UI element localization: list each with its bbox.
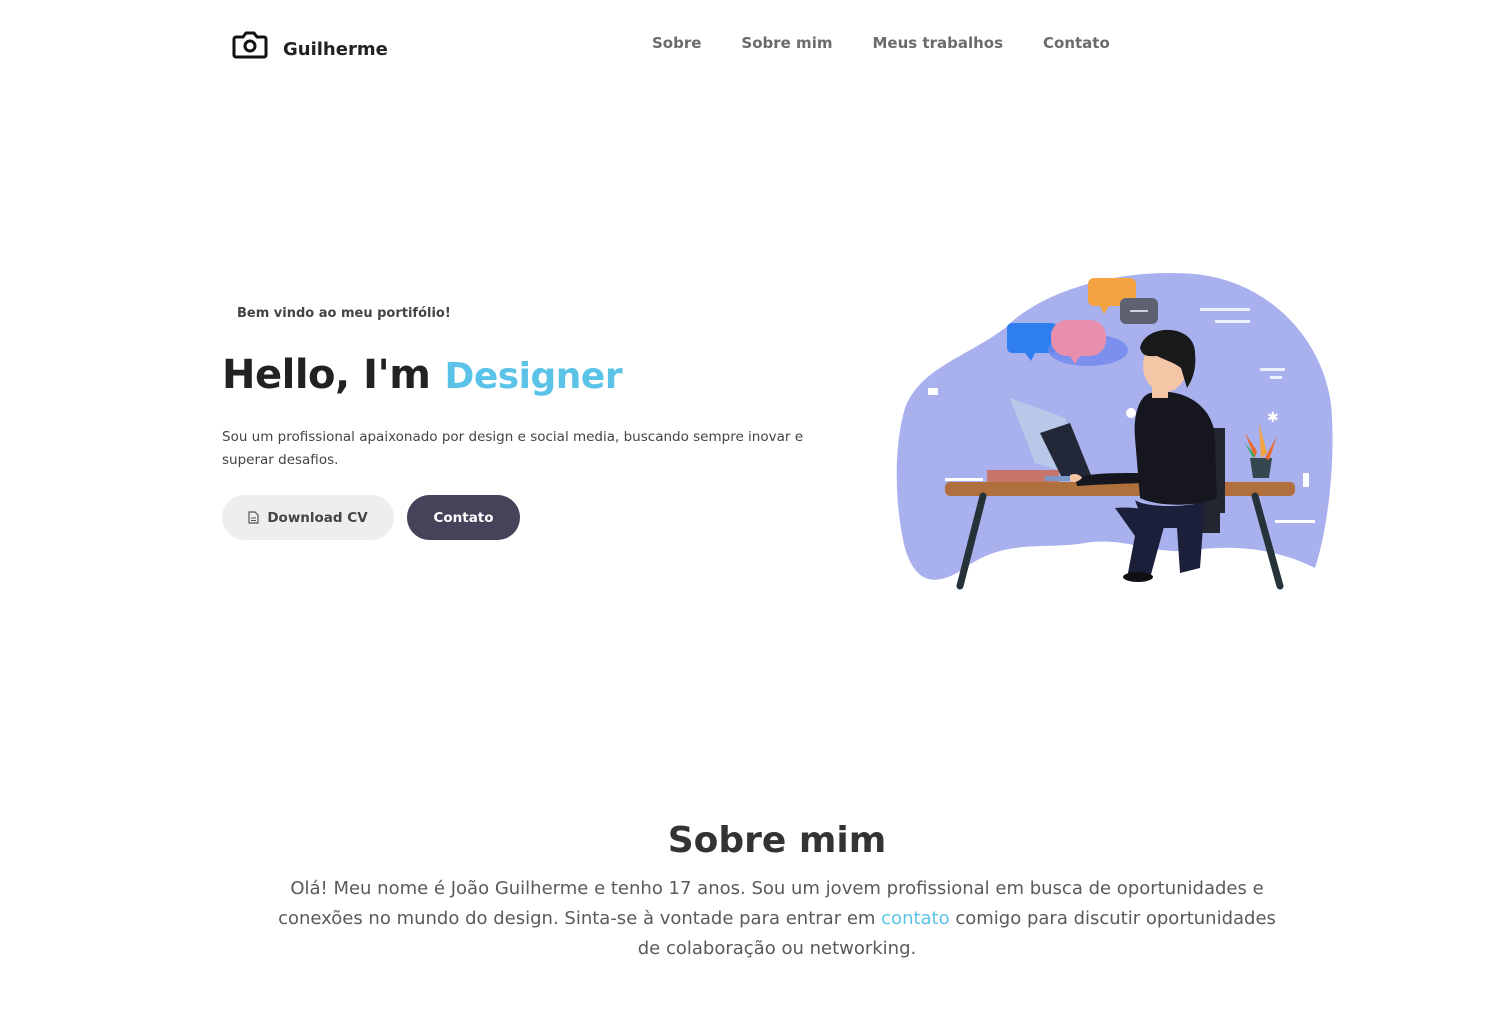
about-contact-link[interactable]: contato xyxy=(881,908,949,929)
camera-icon xyxy=(232,31,268,59)
person-at-desk-illustration: ✱ xyxy=(896,272,1333,590)
contact-button-label: Contato xyxy=(433,509,494,526)
brand-name: Guilherme xyxy=(283,38,388,60)
nav-sobre-mim[interactable]: Sobre mim xyxy=(741,34,832,52)
hero-description: Sou um profissional apaixonado por desig… xyxy=(222,429,804,468)
main-nav: Sobre Sobre mim Meus trabalhos Contato xyxy=(652,34,1150,52)
download-cv-button[interactable]: Download CV xyxy=(222,495,394,540)
hero-greeting: Hello, I'm xyxy=(222,352,431,398)
site-header: Guilherme Sobre Sobre mim Meus trabalhos… xyxy=(0,0,1504,90)
download-cv-label: Download CV xyxy=(267,509,368,526)
logo[interactable]: Guilherme xyxy=(232,28,388,60)
svg-text:✱: ✱ xyxy=(1267,410,1279,426)
contact-button[interactable]: Contato xyxy=(407,495,520,540)
about-title: Sobre mim xyxy=(667,820,887,861)
nav-contato[interactable]: Contato xyxy=(1043,34,1110,52)
document-icon xyxy=(248,511,259,524)
hero-title: Hello, I'm Designer xyxy=(222,352,623,398)
about-text: Olá! Meu nome é João Guilherme e tenho 1… xyxy=(272,874,1282,964)
nav-sobre[interactable]: Sobre xyxy=(652,34,701,52)
nav-meus-trabalhos[interactable]: Meus trabalhos xyxy=(872,34,1003,52)
hero-welcome: Bem vindo ao meu portifólio! xyxy=(237,306,451,321)
hero-role: Designer xyxy=(444,356,623,397)
